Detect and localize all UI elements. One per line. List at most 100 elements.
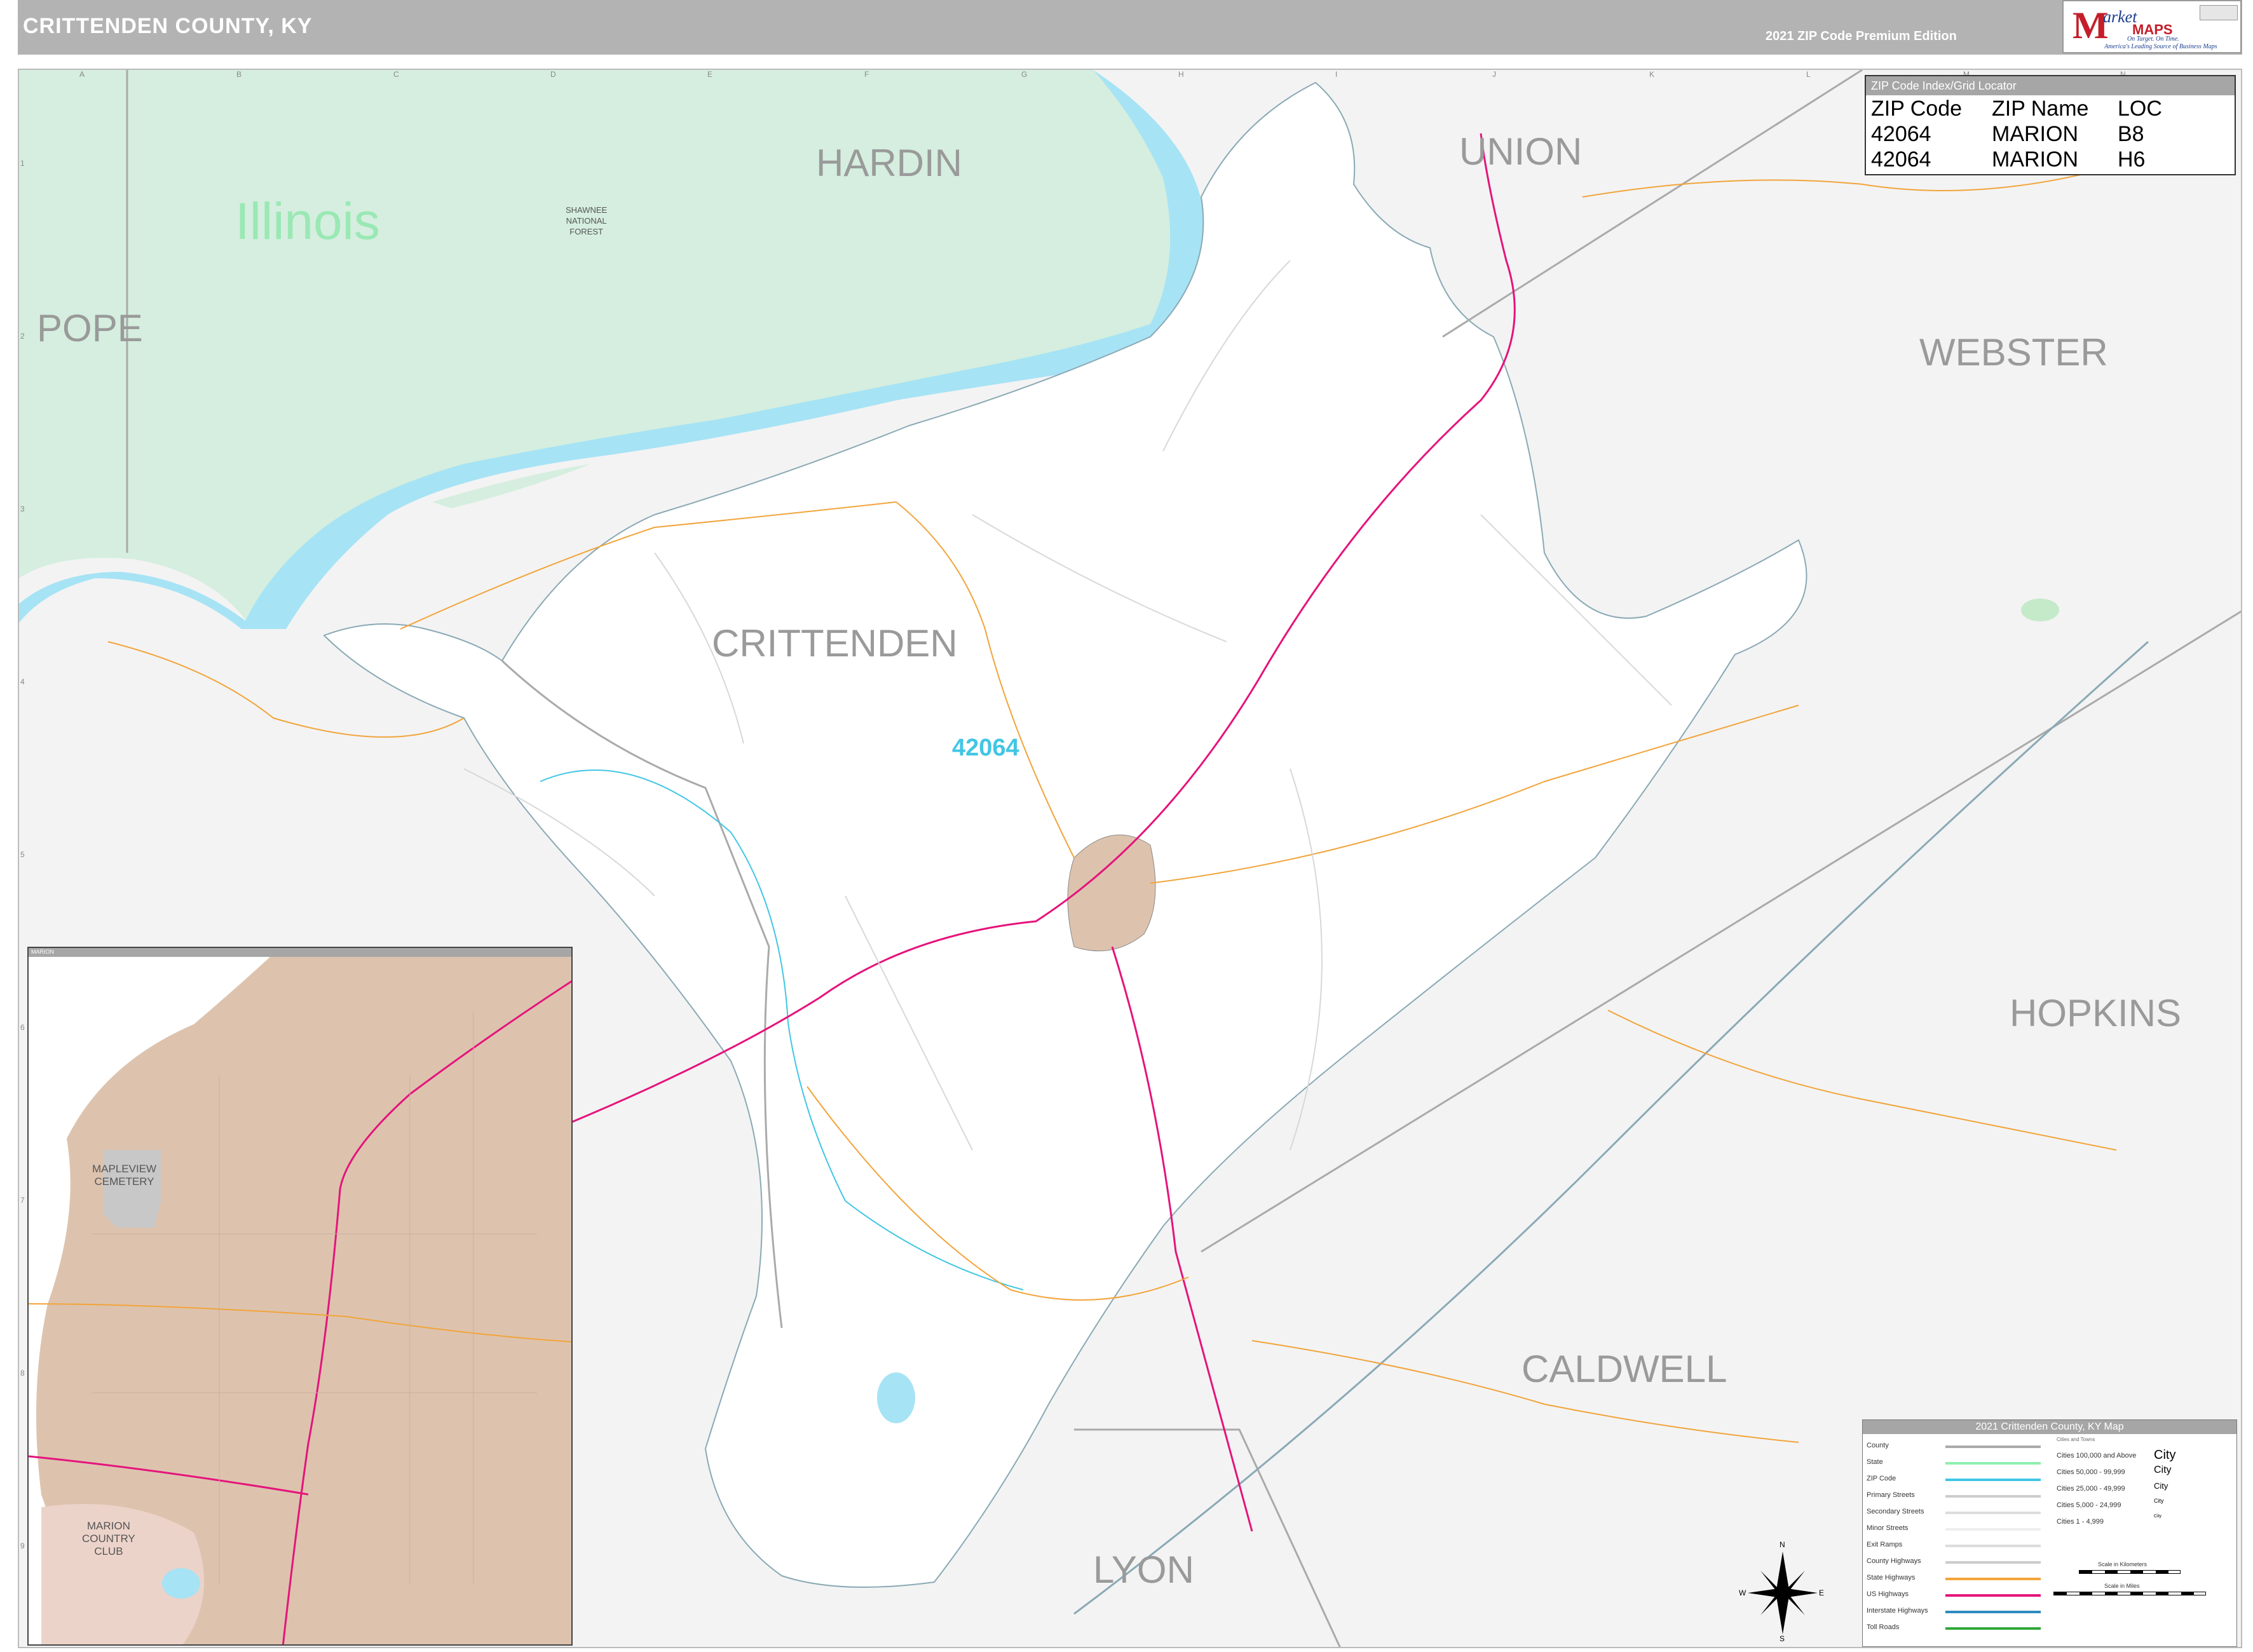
legend-item-label: Minor Streets xyxy=(1867,1524,1909,1532)
legend-item-label: County Highways xyxy=(1867,1557,1921,1565)
region-label-pope: POPE xyxy=(37,307,143,349)
legend-item-swatch xyxy=(1945,1611,2041,1613)
grid-number: 7 xyxy=(20,1196,25,1205)
lake-east xyxy=(2021,599,2059,621)
grid-letter: D xyxy=(550,70,556,79)
region-label-hardin: HARDIN xyxy=(816,142,963,184)
zip-table-header: LOC xyxy=(2118,97,2162,121)
legend-item-swatch xyxy=(1945,1446,2041,1448)
zip-table-cell: B8 xyxy=(2118,122,2144,146)
map-legend: 2021 Crittenden County, KY Map Cities an… xyxy=(1862,1419,2237,1647)
grid-letter: E xyxy=(707,70,713,79)
legend-item-swatch xyxy=(1945,1479,2041,1481)
compass-s: S xyxy=(1780,1634,1785,1643)
grid-letter: H xyxy=(1178,70,1184,79)
compass-rose: N S W E xyxy=(1739,1540,1824,1643)
legend-item-swatch xyxy=(1945,1528,2041,1531)
legend-item-label: Interstate Highways xyxy=(1867,1607,1928,1615)
state-label-illinois: Illinois xyxy=(235,193,380,250)
grid-letter: J xyxy=(1492,70,1496,79)
compass-w: W xyxy=(1739,1588,1746,1597)
region-label-caldwell: CALDWELL xyxy=(1521,1348,1727,1390)
inset-pond xyxy=(162,1568,200,1599)
market-maps-logo[interactable]: M arket MAPS On Target. On Time. America… xyxy=(2062,0,2242,53)
legend-population-sample: City xyxy=(2154,1448,2176,1462)
legend-population-sample: City xyxy=(2154,1498,2164,1504)
legend-item-label: US Highways xyxy=(1867,1590,1909,1598)
legend-item-label: State xyxy=(1867,1458,1883,1466)
logo-tagline: On Target. On Time. xyxy=(2127,36,2179,43)
grid-letter: C xyxy=(393,70,399,79)
legend-population-label: Cities 5,000 - 24,999 xyxy=(2057,1501,2121,1509)
grid-letter: I xyxy=(1335,70,1338,79)
zip-table-cell: 42064 xyxy=(1871,147,1931,172)
marion-inset-map[interactable]: MARION MAPLEVIEW CEMETERY MARION COUNTRY… xyxy=(27,947,573,1646)
legend-subtitle: Cities and Towns xyxy=(2057,1437,2095,1442)
zip-table-cell: MARION xyxy=(1992,147,2078,172)
inset-label-line: MAPLEVIEW xyxy=(92,1163,157,1175)
logo-tagline-secondary: America's Leading Source of Business Map… xyxy=(2104,43,2217,50)
inset-cemetery-label: MAPLEVIEW CEMETERY xyxy=(92,1163,156,1188)
inset-label-line: CEMETERY xyxy=(94,1175,154,1188)
legend-item-swatch xyxy=(1945,1561,2041,1564)
legend-item-label: Secondary Streets xyxy=(1867,1508,1924,1515)
zip-table-cell: 42064 xyxy=(1871,122,1931,146)
grid-letter: K xyxy=(1649,70,1655,79)
grid-number: 4 xyxy=(20,677,25,686)
scale-bar-km xyxy=(2079,1570,2181,1574)
compass-icon xyxy=(1748,1552,1818,1634)
zip-table-caption: ZIP Code Index/Grid Locator xyxy=(1866,76,2235,95)
zip-table-row[interactable]: 42064 MARION H6 xyxy=(1866,146,2235,172)
county-boundary-north xyxy=(1442,70,1863,338)
compass-n: N xyxy=(1780,1540,1785,1549)
legend-population-sample: City xyxy=(2154,1465,2172,1475)
zip-table-cell: H6 xyxy=(2118,147,2146,172)
header-bar: CRITTENDEN COUNTY, KY 2021 ZIP Code Prem… xyxy=(18,0,2242,55)
marion-town-area xyxy=(1067,834,1156,952)
forest-label-line: FOREST xyxy=(569,227,603,236)
map-edition: 2021 ZIP Code Premium Edition xyxy=(1766,29,1957,43)
lake-south xyxy=(877,1372,915,1423)
legend-item-label: County xyxy=(1867,1442,1889,1449)
grid-number: 5 xyxy=(20,850,25,859)
inset-label-line: COUNTRY xyxy=(82,1533,135,1545)
county-boundary-south xyxy=(1074,1428,1341,1647)
legend-population-label: Cities 25,000 - 49,999 xyxy=(2057,1485,2125,1493)
grid-number: 2 xyxy=(20,332,25,341)
legend-item-swatch xyxy=(1945,1594,2041,1597)
zip-table-cell: MARION xyxy=(1992,122,2078,146)
zip-table-header: ZIP Code xyxy=(1871,97,1963,121)
grid-letter: L xyxy=(1806,70,1811,79)
zip-table-row[interactable]: 42064 MARION B8 xyxy=(1866,121,2235,146)
grid-letter: G xyxy=(1021,70,1028,79)
grid-letter: A xyxy=(79,70,85,79)
zip-table-header: ZIP Name xyxy=(1992,97,2089,121)
legend-item-label: Toll Roads xyxy=(1867,1623,1900,1631)
legend-item-label: Primary Streets xyxy=(1867,1491,1915,1499)
legend-population-label: Cities 1 - 4,999 xyxy=(2057,1518,2104,1526)
inset-label-line: MARION xyxy=(86,1520,130,1532)
grid-letter: B xyxy=(236,70,242,79)
zip-table-header-row: ZIP Code ZIP Name LOC xyxy=(1866,95,2235,121)
legend-population-label: Cities 50,000 - 99,999 xyxy=(2057,1468,2125,1476)
region-label-lyon: LYON xyxy=(1093,1548,1194,1591)
inset-cemetery xyxy=(104,1150,161,1228)
forest-label-line: NATIONAL xyxy=(566,216,607,226)
inset-club-label: MARION COUNTRY CLUB xyxy=(82,1520,135,1558)
region-label-webster: WEBSTER xyxy=(1919,331,2108,374)
legend-item-label: State Highways xyxy=(1867,1574,1916,1581)
grid-number: 8 xyxy=(20,1369,25,1378)
region-label-hopkins: HOPKINS xyxy=(2010,992,2182,1034)
legend-item-swatch xyxy=(1945,1462,2041,1465)
scale-bar-mi xyxy=(2053,1592,2206,1595)
scale-mi-label: Scale in Miles xyxy=(2104,1583,2140,1589)
inset-label-line: CLUB xyxy=(94,1545,123,1557)
legend-item-swatch xyxy=(1945,1578,2041,1580)
legend-population-sample: City xyxy=(2154,1514,2162,1519)
grid-number: 3 xyxy=(20,504,25,513)
zip-area-label[interactable]: 42064 xyxy=(952,735,1019,762)
logo-contact-box xyxy=(2200,5,2238,20)
legend-population-label: Cities 100,000 and Above xyxy=(2057,1452,2137,1459)
grid-number: 9 xyxy=(20,1541,25,1550)
map-title: CRITTENDEN COUNTY, KY xyxy=(23,14,313,38)
